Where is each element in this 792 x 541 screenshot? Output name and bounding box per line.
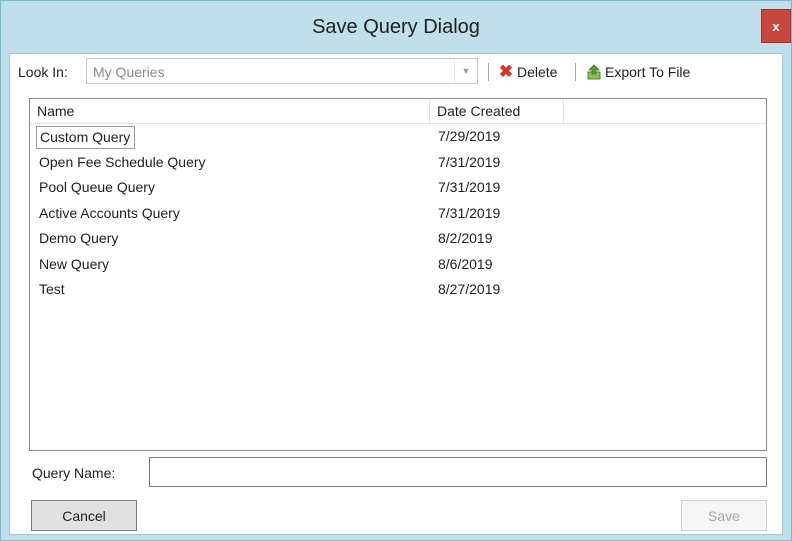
list-item[interactable]: Active Accounts Query 7/31/2019 [30,201,766,227]
close-icon: x [772,18,780,34]
save-button[interactable]: Save [681,500,767,531]
list-item[interactable]: Demo Query 8/2/2019 [30,226,766,252]
item-name: New Query [39,255,110,272]
list-item[interactable]: Custom Query 7/29/2019 [30,124,766,150]
item-date: 8/2/2019 [438,230,493,246]
list-item[interactable]: Open Fee Schedule Query 7/31/2019 [30,150,766,176]
delete-x-icon: ✖ [498,62,514,81]
item-name: Demo Query [39,230,119,246]
column-header-date-created[interactable]: Date Created [430,99,564,123]
dialog-title: Save Query Dialog [312,16,480,38]
export-to-file-button[interactable]: Export To File [586,60,690,84]
column-header-name[interactable]: Name [30,99,430,123]
item-name: Pool Queue Query [39,179,155,195]
item-date: 8/27/2019 [438,281,501,297]
list-item[interactable]: Test 8/27/2019 [30,277,766,303]
list-item[interactable]: New Query 8/6/2019 [30,252,766,278]
column-header-filler [564,99,766,123]
cancel-button[interactable]: Cancel [31,500,137,531]
item-name: Custom Query [36,126,136,149]
look-in-dropdown[interactable]: My Queries ▼ [86,58,478,84]
delete-button[interactable]: ✖ Delete [498,60,558,84]
save-query-dialog: Save Query Dialog x Look In: My Queries … [0,0,792,541]
dialog-body: Look In: My Queries ▼ ✖ Delete Export To… [9,53,783,535]
look-in-label: Look In: [18,64,68,80]
item-date: 8/6/2019 [438,255,493,272]
item-name: Active Accounts Query [39,204,180,221]
toolbar: Look In: My Queries ▼ ✖ Delete Export To… [10,54,782,92]
look-in-value: My Queries [93,64,165,80]
export-label: Export To File [605,64,691,80]
query-name-input[interactable] [149,457,767,487]
item-date: 7/31/2019 [438,153,501,170]
item-date: 7/31/2019 [438,179,501,195]
toolbar-separator [575,63,576,81]
list-rows: Custom Query 7/29/2019 Open Fee Schedule… [30,124,766,303]
item-name: Test [39,281,65,297]
item-date: 7/31/2019 [438,204,501,221]
export-icon [586,64,602,80]
item-name: Open Fee Schedule Query [39,153,206,170]
toolbar-separator [488,63,489,81]
query-name-label: Query Name: [32,465,116,481]
close-button[interactable]: x [761,9,791,43]
delete-label: Delete [517,64,558,80]
query-list[interactable]: Name Date Created Custom Query 7/29/2019… [29,98,767,451]
title-bar[interactable]: Save Query Dialog x [1,1,791,53]
chevron-down-icon[interactable]: ▼ [454,59,477,83]
list-header: Name Date Created [30,99,766,124]
item-date: 7/29/2019 [438,128,501,144]
list-item[interactable]: Pool Queue Query 7/31/2019 [30,175,766,201]
